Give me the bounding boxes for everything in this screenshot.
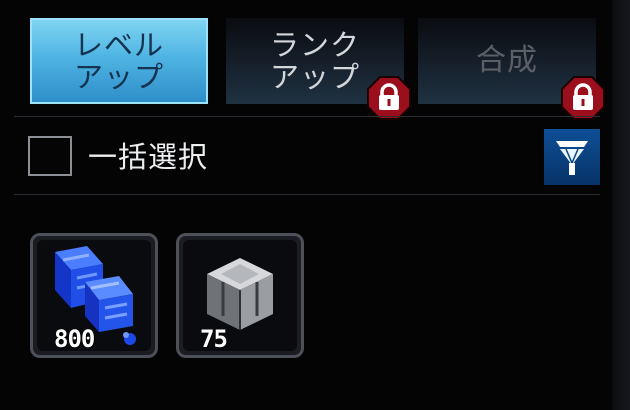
tab-level-up-line1: レベル bbox=[73, 28, 164, 62]
tab-synthesis-label: 合成 bbox=[476, 43, 538, 78]
screen-edge bbox=[612, 0, 630, 410]
divider bbox=[14, 194, 600, 195]
silver-cube-icon bbox=[207, 258, 273, 330]
item-count: 800 bbox=[54, 325, 95, 353]
item-count: 75 bbox=[200, 325, 228, 353]
filter-button[interactable] bbox=[544, 129, 600, 185]
lock-icon bbox=[561, 76, 605, 120]
tab-rank-up-line1: ランク bbox=[269, 28, 360, 62]
tab-level-up-line2: アップ bbox=[73, 60, 164, 94]
select-all-checkbox[interactable] bbox=[28, 136, 72, 176]
item-card-exp-cubes[interactable]: 800 bbox=[30, 233, 158, 358]
tab-level-up[interactable]: レベル アップ bbox=[30, 18, 208, 104]
gem-filter-icon bbox=[556, 141, 588, 175]
select-all-label: 一括選択 bbox=[88, 140, 209, 174]
lock-icon bbox=[367, 76, 411, 120]
item-card-silver-cube[interactable]: 75 bbox=[176, 233, 304, 358]
divider bbox=[14, 116, 600, 117]
tab-rank-up-line2: アップ bbox=[269, 60, 360, 94]
